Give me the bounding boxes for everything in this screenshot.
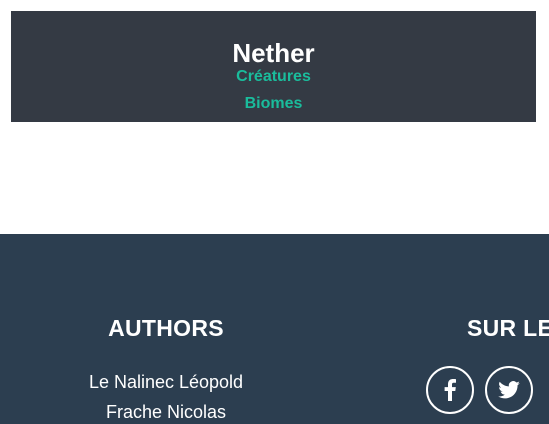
site-title: Nether — [232, 38, 315, 68]
page: Nether Créatures Biomes AUTHORS Le Nalin… — [0, 0, 549, 424]
nav-links: Créatures Biomes — [11, 68, 536, 122]
social-buttons — [426, 366, 533, 414]
authors-heading: AUTHORS — [108, 315, 224, 341]
facebook-button[interactable] — [426, 366, 474, 414]
author-name: Frache Nicolas — [105, 402, 227, 422]
twitter-icon — [498, 381, 520, 399]
nav-item-biomes: Biomes — [11, 95, 536, 122]
facebook-icon — [444, 379, 456, 401]
authors-list: Le Nalinec Léopold Frache Nicolas — [66, 369, 266, 424]
footer: AUTHORS Le Nalinec Léopold Frache Nicola… — [0, 234, 549, 424]
nav-card: Nether Créatures Biomes — [11, 11, 536, 122]
nav-link-creatures[interactable]: Créatures — [236, 68, 311, 85]
social-heading: SUR LE — [467, 315, 549, 341]
nav-item-creatures: Créatures — [11, 68, 536, 95]
author-name: Le Nalinec Léopold — [88, 372, 244, 392]
nav-link-biomes[interactable]: Biomes — [245, 95, 303, 112]
twitter-button[interactable] — [485, 366, 533, 414]
